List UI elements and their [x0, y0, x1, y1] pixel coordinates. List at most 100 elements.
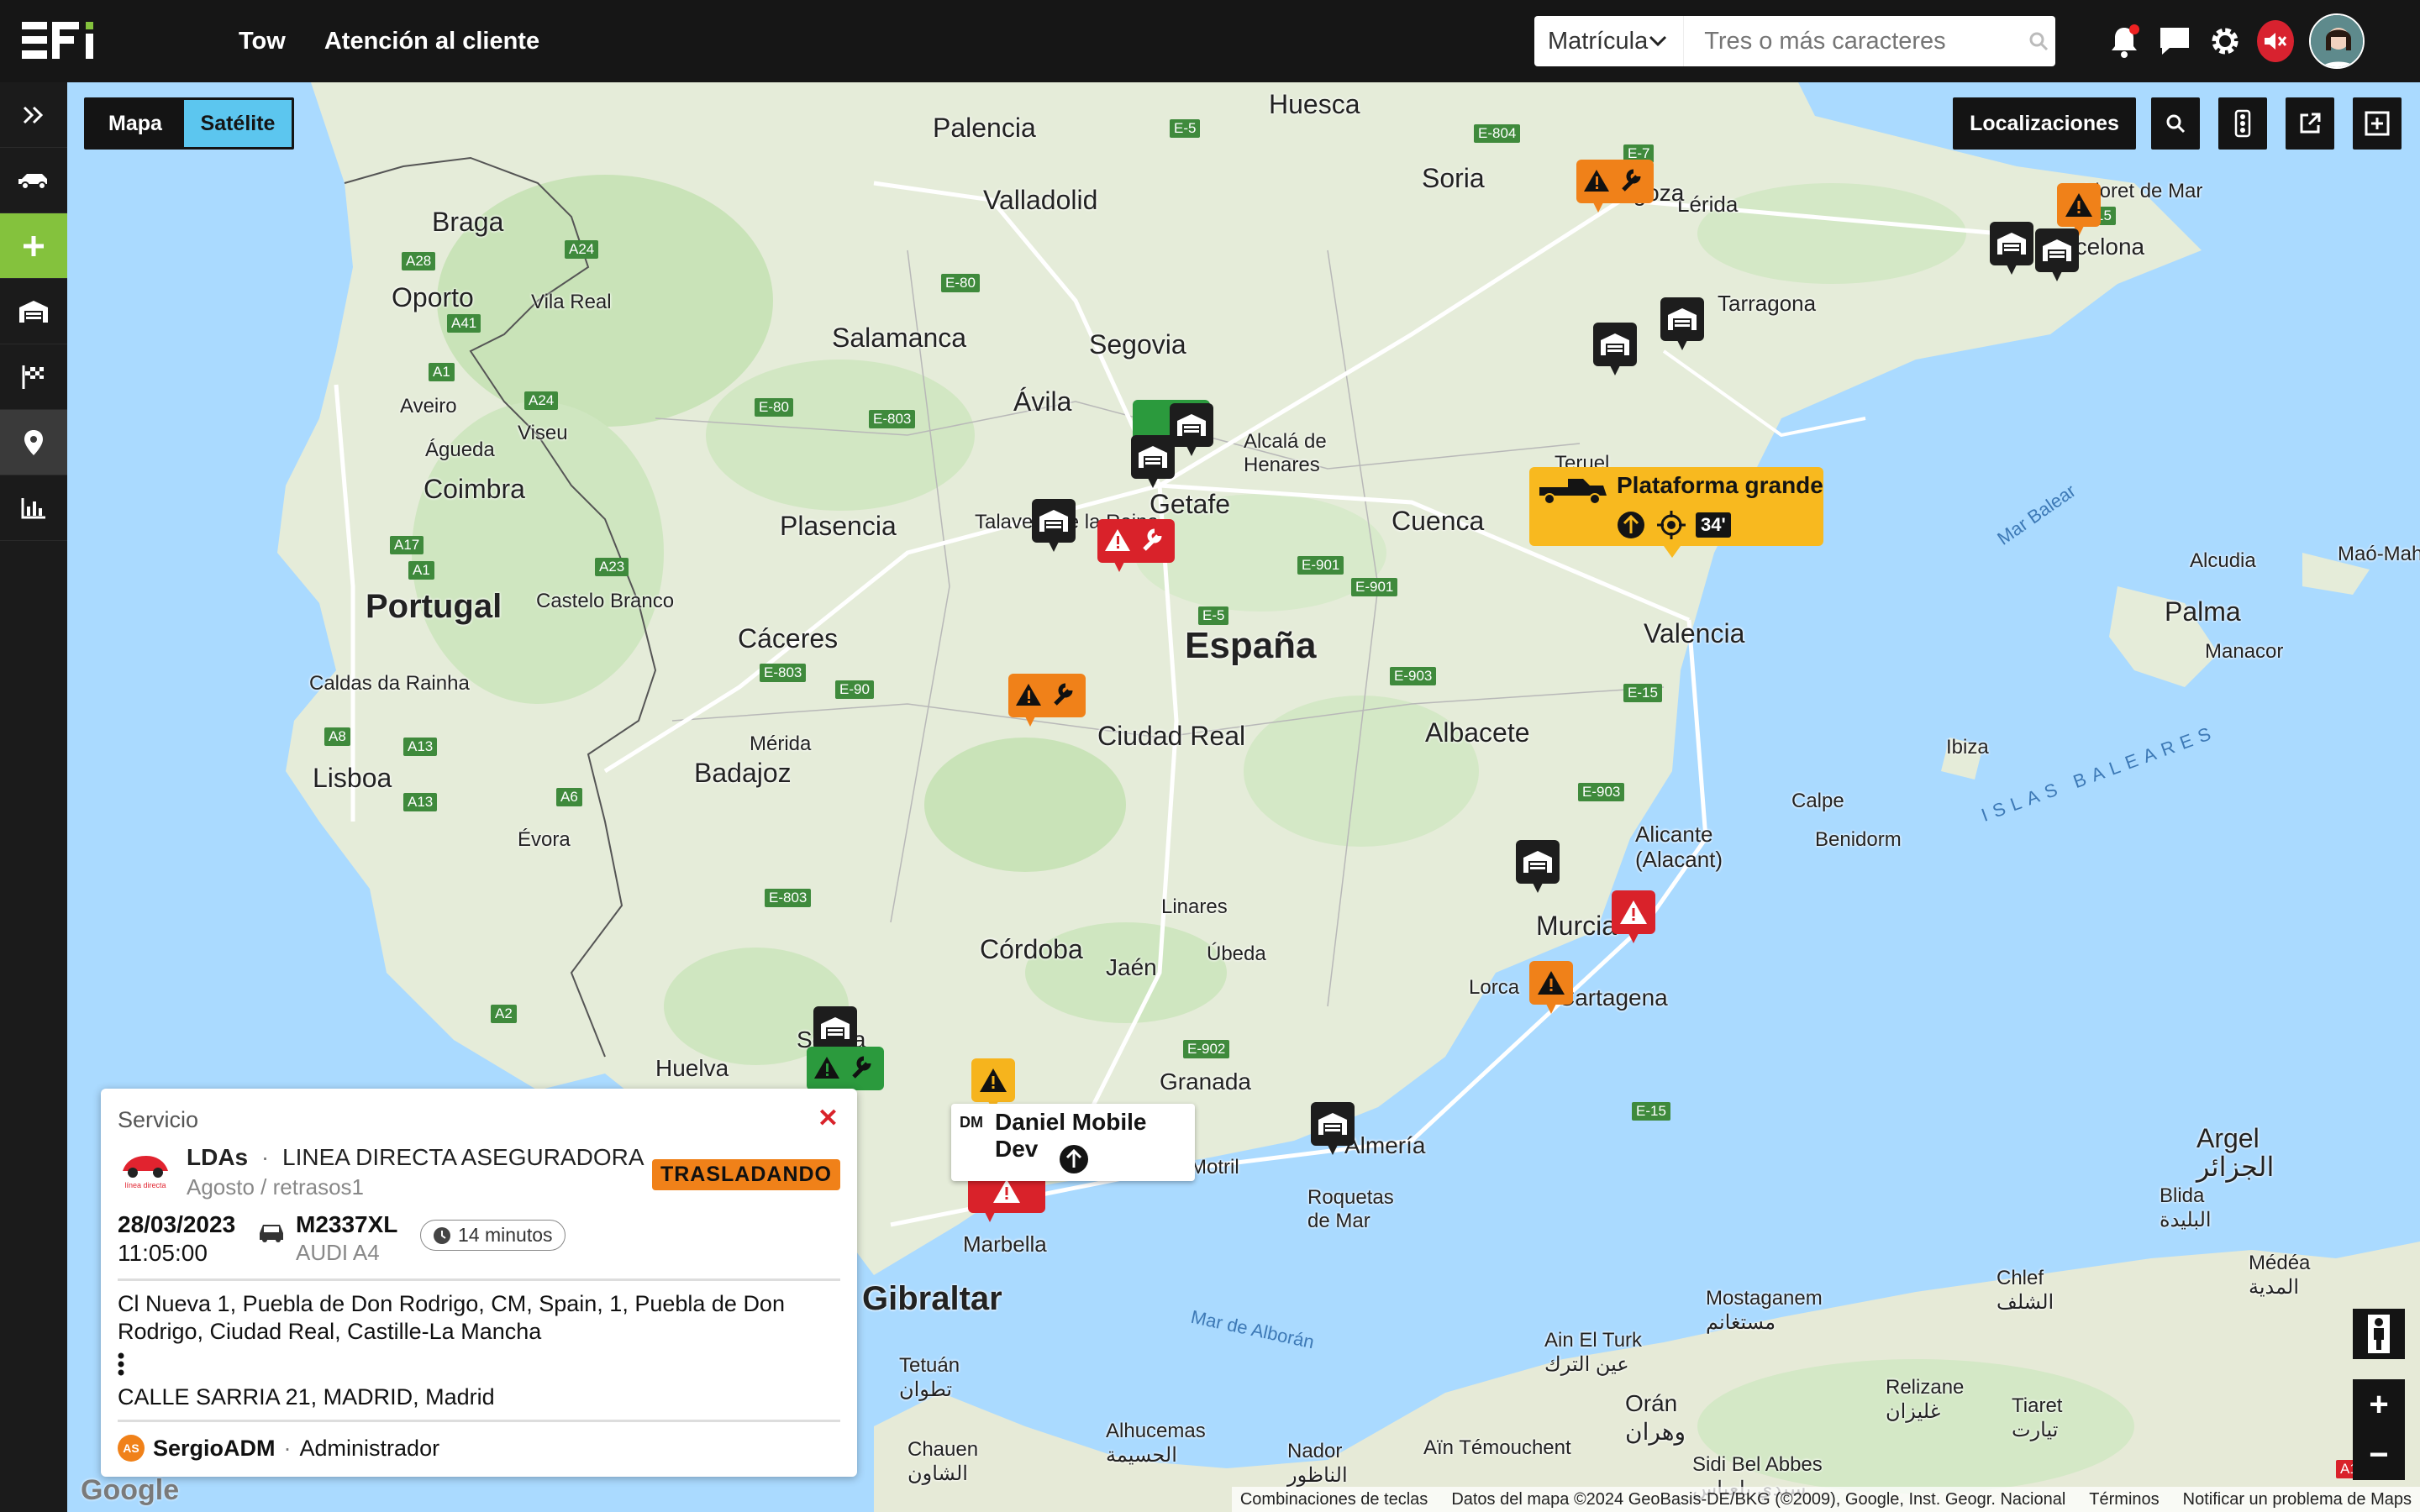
garage-marker[interactable]	[1032, 499, 1076, 552]
nav-customer-service[interactable]: Atención al cliente	[324, 28, 539, 55]
sidebar-item-flags[interactable]	[0, 344, 67, 410]
search-input[interactable]	[1684, 18, 2022, 65]
warning-wrench-icon	[1016, 683, 1073, 706]
panel-title: Servicio	[118, 1107, 199, 1132]
city-label: Alhucemas الحسيمة	[1106, 1420, 1206, 1467]
status-badge: TRASLADANDO	[651, 1159, 840, 1190]
map-search-button[interactable]	[2151, 97, 2200, 150]
sidebar-item-stats[interactable]	[0, 475, 67, 541]
report-problem-link[interactable]: Notificar un problema de Maps	[2183, 1490, 2412, 1509]
add-location-button[interactable]	[2353, 97, 2402, 150]
terms-link[interactable]: Términos	[2089, 1490, 2159, 1509]
destination-address: CALLE SARRIA 21, MADRID, Madrid	[118, 1384, 495, 1410]
sidebar-item-new[interactable]	[0, 213, 67, 279]
road-shield: A24	[565, 240, 599, 259]
stats-icon	[21, 497, 45, 518]
gear-icon[interactable]	[2207, 14, 2244, 68]
city-label: Chlef الشلف	[1996, 1267, 2054, 1314]
city-label: Ain El Turk عين الترك	[1544, 1329, 1643, 1376]
city-label: Caldas da Rainha	[309, 672, 470, 695]
road-shield: E-901	[1351, 578, 1398, 596]
alert-marker[interactable]	[1529, 961, 1573, 1014]
chat-icon[interactable]	[2156, 14, 2193, 68]
zoom-in-button[interactable]: +	[2353, 1379, 2405, 1430]
car-icon	[260, 1225, 283, 1242]
close-icon[interactable]: ✕	[818, 1104, 839, 1133]
search-type-value: Matrícula	[1548, 27, 1649, 55]
search-type-select[interactable]: Matrícula	[1534, 16, 1685, 66]
road-shield: A1	[408, 561, 434, 580]
keyboard-shortcuts-link[interactable]: Combinaciones de teclas	[1240, 1490, 1428, 1509]
separator: ·	[283, 1435, 292, 1461]
city-label: Alcudia	[2190, 549, 2256, 572]
garage-marker[interactable]	[1516, 840, 1560, 893]
service-panel: Servicio ✕ línea directa LDAs · LINEA DI…	[101, 1089, 857, 1477]
alert-repair-marker[interactable]	[1576, 160, 1654, 213]
road-shield: A41	[447, 314, 481, 333]
zoom-out-button[interactable]: −	[2353, 1430, 2405, 1480]
eta-badge: 34'	[1696, 512, 1731, 538]
map-type-map[interactable]: Mapa	[87, 100, 184, 147]
city-label: Ávila	[1013, 386, 1072, 417]
garage-marker[interactable]	[2035, 228, 2079, 281]
warning-wrench-icon	[814, 1056, 871, 1079]
sidebar-item-locations[interactable]	[0, 410, 67, 475]
locations-button[interactable]: Localizaciones	[1953, 97, 2136, 150]
vehicle-card[interactable]: Plataforma grande 34'	[1529, 467, 1823, 558]
garage-marker[interactable]	[813, 1006, 857, 1059]
app-logo[interactable]	[22, 20, 109, 60]
city-label: Palencia	[933, 113, 1036, 143]
sidebar-item-services[interactable]	[0, 148, 67, 213]
search-icon[interactable]	[2021, 16, 2055, 66]
map-type-satellite[interactable]: Satélite	[184, 100, 292, 147]
chevron-down-icon	[1649, 35, 1667, 47]
garage-marker[interactable]	[1990, 222, 2033, 275]
clock-icon	[434, 1226, 450, 1244]
road-shield: A23	[595, 558, 629, 576]
avatar[interactable]	[2307, 13, 2366, 69]
city-label: Oporto	[392, 282, 474, 312]
campaign: Agosto / retrasos1	[187, 1174, 364, 1200]
alert-marker[interactable]	[2057, 183, 2101, 236]
mute-icon[interactable]	[2257, 14, 2294, 68]
map-canvas[interactable]: Portugal España Gibraltar Huesca Palenci…	[67, 82, 2420, 1512]
alert-repair-marker[interactable]	[1097, 519, 1175, 572]
alert-repair-marker[interactable]	[807, 1047, 884, 1100]
garage-marker[interactable]	[1131, 435, 1175, 488]
garage-marker[interactable]	[1660, 297, 1704, 350]
street-view-button[interactable]	[2353, 1309, 2405, 1359]
alert-marker[interactable]	[1612, 890, 1655, 943]
city-label: Salamanca	[832, 323, 967, 353]
city-label: Úbeda	[1207, 942, 1266, 965]
city-label: Tiaret تيارت	[2012, 1394, 2063, 1441]
sidebar-expand-button[interactable]	[0, 82, 67, 148]
driver-card[interactable]: DM Daniel Mobile Dev	[951, 1104, 1195, 1181]
city-label: Viseu	[518, 422, 568, 444]
alert-repair-marker[interactable]	[1008, 674, 1086, 727]
city-label: Évora	[518, 828, 571, 851]
notification-dot	[2129, 24, 2139, 34]
warning-icon	[993, 1179, 1020, 1203]
city-label: Córdoba	[980, 934, 1083, 964]
road-shield: E-803	[869, 410, 916, 428]
user-avatar: AS	[118, 1435, 145, 1462]
search-bar: Matrícula	[1534, 16, 2055, 66]
city-label: Valencia	[1644, 618, 1745, 648]
traffic-button[interactable]	[2218, 97, 2267, 150]
garage-marker[interactable]	[1311, 1102, 1355, 1155]
service-time: 11:05:00	[118, 1240, 208, 1266]
duration-text: 14 minutos	[458, 1224, 553, 1246]
header-actions	[2106, 13, 2366, 69]
client-logo-text: línea directa	[124, 1181, 166, 1189]
garage-marker[interactable]	[1593, 323, 1637, 375]
bell-icon[interactable]	[2106, 14, 2143, 68]
territory-label: Gibraltar	[862, 1280, 1002, 1317]
nav-tow[interactable]: Tow	[239, 28, 286, 55]
garage-marker[interactable]	[1170, 403, 1213, 456]
open-external-button[interactable]	[2286, 97, 2334, 150]
alert-marker[interactable]	[971, 1058, 1015, 1111]
city-label: Badajoz	[694, 758, 792, 788]
tow-truck-icon	[1539, 479, 1607, 505]
separator: ·	[260, 1144, 270, 1170]
sidebar-item-garages[interactable]	[0, 279, 67, 344]
